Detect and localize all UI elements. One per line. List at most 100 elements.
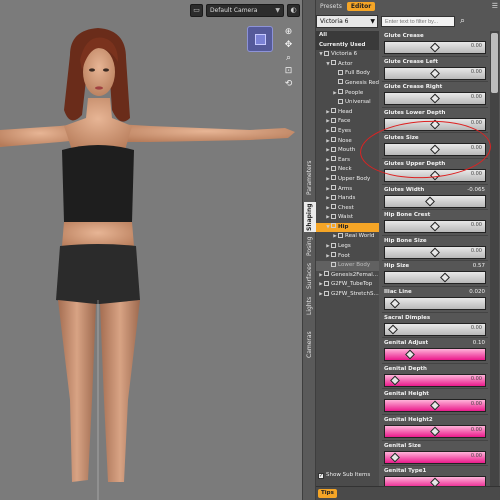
slider-value[interactable]: 0.57 (473, 263, 485, 269)
slider-knob[interactable] (390, 298, 400, 309)
tree-item[interactable]: ▶ Real World (316, 232, 379, 242)
tree-item[interactable]: ▼ Victoria 6 (316, 50, 379, 60)
slider-track[interactable] (384, 476, 486, 486)
slider-track[interactable]: 0.00 (384, 322, 486, 336)
tree-item[interactable]: All (316, 31, 379, 41)
tree-item[interactable]: ▶ Legs (316, 242, 379, 252)
zoom-icon[interactable]: ⌕ (283, 53, 294, 64)
tree-item[interactable]: ▶ Foot (316, 252, 379, 262)
slider-track[interactable]: 0.00 (384, 245, 486, 259)
slider-track[interactable]: 0.00 (384, 66, 486, 80)
property-slider[interactable]: Glutes Size 0.00 (382, 133, 488, 159)
tree-item[interactable]: ▶ G2FW_TubeTop (316, 280, 379, 290)
property-slider[interactable]: Hip Bone Size 0.00 (382, 236, 488, 262)
pane-options-icon[interactable]: ☰ (492, 2, 498, 10)
reset-view-icon[interactable]: ⟲ (283, 79, 294, 90)
slider-knob[interactable] (430, 42, 440, 53)
slider-track[interactable]: 0.00 (384, 117, 486, 131)
property-slider[interactable]: Glute Crease Right 0.00 (382, 82, 488, 108)
slider-knob[interactable] (430, 144, 440, 155)
orbit-icon[interactable]: ⊕ (283, 27, 294, 38)
slider-knob[interactable] (405, 349, 415, 360)
tree-item[interactable]: ▶ Arms (316, 185, 379, 195)
tree-item[interactable]: ▶ Upper Body (316, 175, 379, 185)
slider-knob[interactable] (440, 272, 450, 283)
tree-item[interactable]: ▶ Hands (316, 194, 379, 204)
slider-knob[interactable] (430, 68, 440, 79)
tree-item[interactable]: ▶ Chest (316, 204, 379, 214)
property-slider[interactable]: Glute Crease Left 0.00 (382, 57, 488, 83)
tab-lights[interactable]: Lights (304, 294, 316, 318)
slider-track[interactable] (384, 348, 486, 362)
frame-icon[interactable]: ⊡ (283, 66, 294, 77)
slider-knob[interactable] (390, 452, 400, 462)
slider-knob[interactable] (430, 400, 440, 411)
view-cube[interactable] (247, 26, 273, 52)
tab-parameters[interactable]: Parameters (304, 158, 316, 198)
tree-item[interactable]: ▶ Nose (316, 137, 379, 147)
tree-item[interactable]: Universal (316, 98, 379, 108)
slider-knob[interactable] (430, 119, 440, 130)
draw-style-button[interactable]: ◐ (287, 4, 300, 17)
tab-presets[interactable]: Presets (316, 2, 346, 11)
tree-item[interactable]: ▼ Actor (316, 60, 379, 70)
tree-item[interactable]: Full Body (316, 69, 379, 79)
tree-item[interactable]: Lower Body (316, 261, 379, 271)
property-slider[interactable]: Hip Bone Crest 0.00 (382, 210, 488, 236)
camera-select[interactable]: Default Camera ▼ (206, 4, 284, 17)
slider-knob[interactable] (425, 196, 435, 207)
slider-knob[interactable] (390, 375, 400, 386)
slider-knob[interactable] (430, 221, 440, 232)
3d-viewport[interactable]: ▭ Default Camera ▼ ◐ ⊕ ✥ ⌕ ⊡ ⟲ (0, 0, 302, 500)
scrollbar-thumb[interactable] (491, 33, 498, 93)
show-sub-items-checkbox[interactable]: ✓ Show Sub Items (316, 470, 379, 480)
property-slider[interactable]: Genital Size 0.00 (382, 441, 488, 467)
tab-shaping[interactable]: Shaping (304, 202, 316, 232)
property-slider[interactable]: Glutes Lower Depth 0.00 (382, 108, 488, 134)
slider-track[interactable]: 0.00 (384, 92, 486, 106)
tab-posing[interactable]: Posing (304, 234, 316, 258)
tree-item[interactable]: ▶ Head (316, 108, 379, 118)
tab-editor[interactable]: Editor (346, 2, 376, 11)
tab-surfaces[interactable]: Surfaces (304, 260, 316, 292)
slider-value[interactable]: -0.065 (467, 187, 485, 193)
property-slider[interactable]: Glutes Upper Depth 0.00 (382, 159, 488, 185)
sliders-scrollbar[interactable] (490, 31, 499, 486)
slider-track[interactable] (384, 194, 486, 208)
property-slider[interactable]: Iliac Line 0.020 (382, 287, 488, 313)
view-cube-face[interactable] (255, 34, 266, 45)
tree-item[interactable]: ▶ Ears (316, 156, 379, 166)
tree-item[interactable]: ▶ Neck (316, 165, 379, 175)
property-slider[interactable]: Genital Height 0.00 (382, 389, 488, 415)
tree-item[interactable]: ▶ Genesis2Femal... (316, 271, 379, 281)
filter-input[interactable] (381, 16, 455, 27)
property-slider[interactable]: Genital Height2 0.00 (382, 415, 488, 441)
slider-track[interactable] (384, 271, 486, 285)
tree-item[interactable]: Genesis Redux (316, 79, 379, 89)
slider-knob[interactable] (430, 247, 440, 258)
slider-value[interactable]: 0.10 (473, 340, 485, 346)
tree-item[interactable]: ▶ Waist (316, 213, 379, 223)
property-slider[interactable]: Genital Adjust 0.10 (382, 338, 488, 364)
slider-track[interactable]: 0.00 (384, 41, 486, 54)
slider-knob[interactable] (430, 477, 440, 486)
tree-item[interactable]: ▶ Face (316, 117, 379, 127)
slider-track[interactable]: 0.00 (384, 373, 486, 387)
pan-icon[interactable]: ✥ (283, 40, 294, 51)
slider-track[interactable]: 0.00 (384, 450, 486, 464)
slider-track[interactable] (384, 296, 486, 310)
slider-track[interactable]: 0.00 (384, 399, 486, 413)
tree-item[interactable]: ▶ Mouth (316, 146, 379, 156)
property-slider[interactable]: Glutes Width -0.065 (382, 185, 488, 211)
slider-knob[interactable] (388, 324, 398, 334)
slider-track[interactable]: 0.00 (384, 143, 486, 157)
viewport-menu-button[interactable]: ▭ (190, 4, 203, 17)
property-slider[interactable]: Genital Depth 0.00 (382, 364, 488, 390)
tips-button[interactable]: Tips (318, 489, 337, 498)
tree-item[interactable]: ▶ G2FW_StretchS... (316, 290, 379, 300)
tree-item[interactable]: ▶ Eyes (316, 127, 379, 137)
slider-track[interactable]: 0.00 (384, 424, 486, 438)
slider-track[interactable]: 0.00 (384, 168, 486, 182)
property-slider[interactable]: Hip Size 0.57 (382, 261, 488, 287)
slider-knob[interactable] (430, 426, 440, 437)
